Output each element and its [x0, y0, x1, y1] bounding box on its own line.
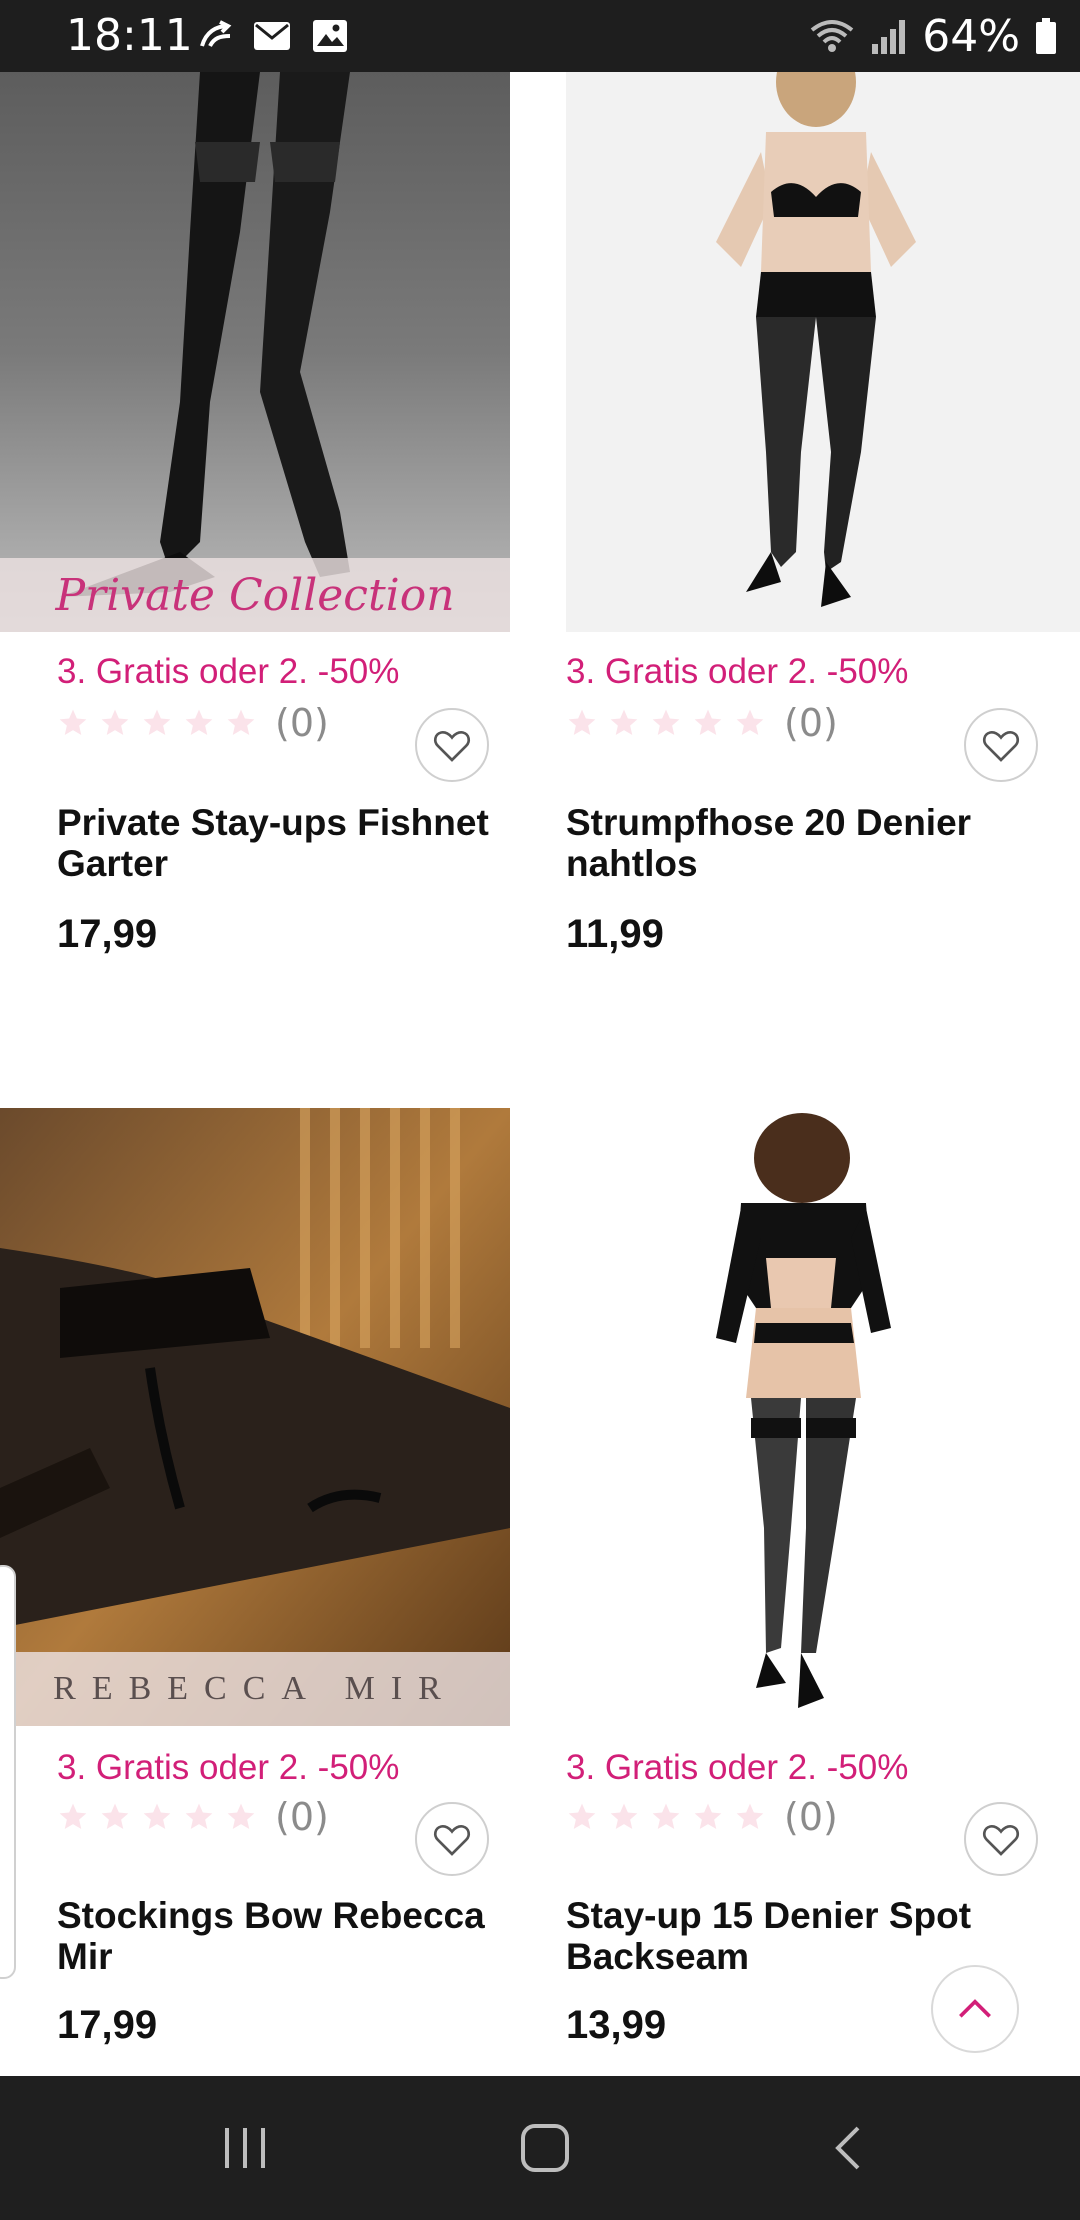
- product-name[interactable]: Private Stay-ups Fishnet Garter: [57, 802, 527, 884]
- product-price: 13,99: [566, 2003, 667, 2047]
- brand-banner: Private Collection: [0, 558, 510, 632]
- wishlist-button[interactable]: [415, 708, 489, 782]
- product-price: 17,99: [57, 912, 158, 956]
- home-button[interactable]: [510, 2118, 580, 2178]
- star-rating: [566, 707, 766, 739]
- star-icon: [59, 709, 87, 735]
- star-icon: [736, 1803, 764, 1829]
- sync-icon: [200, 20, 232, 47]
- rating: (0): [57, 1795, 329, 1839]
- heart-icon: [982, 1825, 1020, 1856]
- promo-text: 3. Gratis oder 2. -50%: [566, 1748, 909, 1787]
- status-time: 18:11: [66, 10, 193, 61]
- signal-icon: [872, 20, 906, 54]
- product-card-4[interactable]: 3. Gratis oder 2. -50% (0) Stay-up 15 De…: [566, 1108, 1080, 2078]
- star-icon: [568, 1803, 596, 1829]
- image-icon: [313, 20, 347, 52]
- back-icon: [835, 2126, 860, 2170]
- rating: (0): [566, 1795, 838, 1839]
- product-price: 17,99: [57, 2003, 158, 2047]
- mail-icon: [254, 22, 290, 50]
- star-icon: [185, 1803, 213, 1829]
- wishlist-button[interactable]: [415, 1802, 489, 1876]
- product-card-1[interactable]: Private Collection 3. Gratis oder 2. -50…: [0, 72, 510, 972]
- chevron-up-icon: [959, 1999, 991, 2018]
- product-name[interactable]: Stay-up 15 Denier Spot Backseam: [566, 1895, 1036, 1977]
- product-image-2[interactable]: [566, 72, 1080, 632]
- heart-icon: [433, 1825, 471, 1856]
- wishlist-button[interactable]: [964, 708, 1038, 782]
- product-image-4[interactable]: [566, 1108, 1080, 1726]
- star-icon: [610, 709, 638, 735]
- status-bar: 18:11 64%: [0, 0, 1080, 72]
- status-right: 64%: [808, 8, 1058, 64]
- rating-count: (0): [275, 1795, 329, 1839]
- brand-logo-rebecca-mir: REBECCA MIR: [53, 1670, 457, 1707]
- rating: (0): [57, 701, 329, 745]
- star-rating: [57, 707, 257, 739]
- star-icon: [694, 709, 722, 735]
- product-card-2[interactable]: 3. Gratis oder 2. -50% (0) Strumpfhose 2…: [566, 72, 1080, 972]
- scroll-to-top-button[interactable]: [931, 1965, 1019, 2053]
- recent-apps-button[interactable]: [210, 2118, 280, 2178]
- star-icon: [59, 1803, 87, 1829]
- product-name[interactable]: Strumpfhose 20 Denier nahtlos: [566, 802, 1036, 884]
- heart-icon: [982, 731, 1020, 762]
- wishlist-button[interactable]: [964, 1802, 1038, 1876]
- star-rating: [566, 1801, 766, 1833]
- heart-icon: [433, 731, 471, 762]
- back-button[interactable]: [815, 2118, 885, 2178]
- product-image-3[interactable]: REBECCA MIR: [0, 1108, 510, 1726]
- battery-icon: [1036, 18, 1056, 54]
- rating-count: (0): [784, 701, 838, 745]
- wifi-icon: [810, 20, 854, 52]
- star-icon: [101, 1803, 129, 1829]
- promo-text: 3. Gratis oder 2. -50%: [57, 1748, 400, 1787]
- star-icon: [736, 709, 764, 735]
- product-name[interactable]: Stockings Bow Rebecca Mir: [57, 1895, 527, 1977]
- product-card-3[interactable]: REBECCA MIR 3. Gratis oder 2. -50% (0) S…: [0, 1108, 510, 2078]
- battery-percent: 64%: [922, 10, 1020, 62]
- rating-count: (0): [784, 1795, 838, 1839]
- star-rating: [57, 1801, 257, 1833]
- star-icon: [568, 709, 596, 735]
- rating-count: (0): [275, 701, 329, 745]
- star-icon: [185, 709, 213, 735]
- star-icon: [610, 1803, 638, 1829]
- promo-text: 3. Gratis oder 2. -50%: [566, 652, 909, 691]
- recent-apps-icon: [225, 2128, 265, 2168]
- brand-banner: REBECCA MIR: [0, 1652, 510, 1726]
- brand-logo-private-collection: Private Collection: [55, 569, 455, 621]
- star-icon: [143, 1803, 171, 1829]
- star-icon: [227, 1803, 255, 1829]
- promo-text: 3. Gratis oder 2. -50%: [57, 652, 400, 691]
- side-drawer-handle[interactable]: [0, 1565, 16, 1979]
- star-icon: [101, 709, 129, 735]
- star-icon: [694, 1803, 722, 1829]
- star-icon: [227, 709, 255, 735]
- star-icon: [652, 709, 680, 735]
- product-image-1[interactable]: Private Collection: [0, 72, 510, 632]
- star-icon: [652, 1803, 680, 1829]
- product-price: 11,99: [566, 912, 664, 956]
- star-icon: [143, 709, 171, 735]
- navigation-bar: [0, 2076, 1080, 2220]
- rating: (0): [566, 701, 838, 745]
- home-icon: [521, 2124, 569, 2172]
